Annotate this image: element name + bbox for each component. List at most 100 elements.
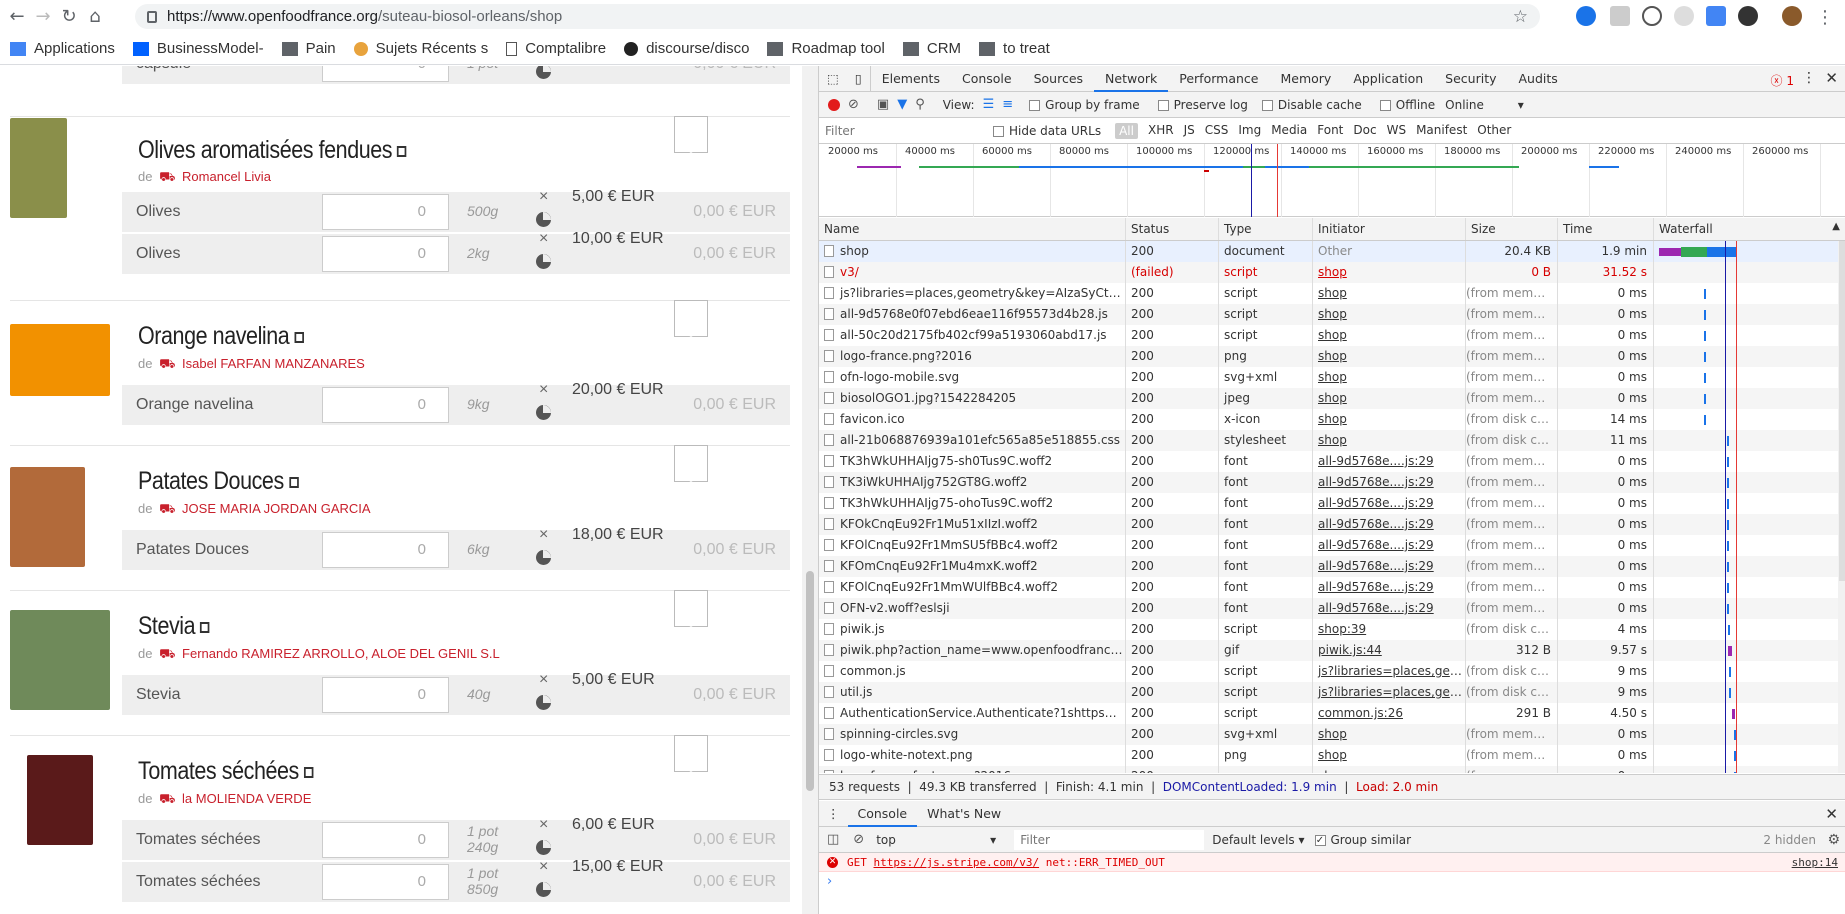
tab-sources[interactable]: Sources bbox=[1023, 66, 1094, 92]
scrollbar-thumb[interactable] bbox=[1839, 241, 1845, 581]
quantity-input[interactable]: 0 bbox=[322, 864, 449, 900]
bookmark-item[interactable]: Sujets Récents s bbox=[353, 40, 488, 57]
bookmark-item[interactable]: Pain bbox=[281, 40, 336, 57]
request-row[interactable]: util.js 200 script js?libraries=places,geo.… bbox=[819, 682, 1839, 703]
request-initiator[interactable]: shop bbox=[1313, 745, 1466, 766]
error-source-link[interactable]: shop:14 bbox=[1792, 853, 1838, 872]
bookmark-icon[interactable] bbox=[674, 300, 708, 337]
extension-icon[interactable] bbox=[1576, 6, 1596, 26]
quantity-input[interactable]: 0 bbox=[322, 194, 449, 230]
screenshot-icon[interactable]: ▣ bbox=[877, 97, 889, 112]
request-initiator[interactable]: shop bbox=[1313, 346, 1466, 367]
request-row[interactable]: ofn-logo-mobile.svg 200 svg+xml shop (from m… bbox=[819, 367, 1839, 388]
preserve-log-checkbox[interactable]: Preserve log bbox=[1157, 98, 1248, 112]
product-image[interactable] bbox=[27, 755, 93, 845]
tab-audits[interactable]: Audits bbox=[1508, 66, 1569, 92]
producer-name[interactable]: la MOLIENDA VERDE bbox=[182, 791, 311, 806]
clear-icon[interactable]: ⊘ bbox=[848, 97, 859, 112]
request-initiator[interactable]: common.js:26 bbox=[1313, 703, 1466, 724]
request-initiator[interactable]: js?libraries=places,geo... bbox=[1313, 661, 1466, 682]
request-initiator[interactable]: shop bbox=[1313, 724, 1466, 745]
drawer-menu-icon[interactable]: ⋮ bbox=[819, 801, 848, 827]
menu-kebab-icon[interactable]: ⋮ bbox=[1812, 4, 1838, 30]
column-header-waterfall[interactable]: Waterfall bbox=[1654, 218, 1845, 240]
request-row[interactable]: logo-white-notext.png 200 png shop (from mem… bbox=[819, 745, 1839, 766]
quantity-input[interactable]: 0 bbox=[322, 677, 449, 713]
filter-type-xhr[interactable]: XHR bbox=[1148, 123, 1174, 139]
tab-elements[interactable]: Elements bbox=[871, 66, 951, 92]
filter-type-all[interactable]: All bbox=[1115, 122, 1138, 139]
column-header-status[interactable]: Status bbox=[1126, 218, 1219, 240]
column-header-size[interactable]: Size bbox=[1466, 218, 1558, 240]
close-drawer-icon[interactable]: ✕ bbox=[1825, 805, 1838, 823]
column-header-name[interactable]: Name bbox=[819, 218, 1126, 240]
product-image[interactable] bbox=[10, 118, 67, 218]
column-header-type[interactable]: Type bbox=[1219, 218, 1313, 240]
request-row[interactable]: TK3hWkUHHAIjg75-ohoTus9C.woff2 200 font all… bbox=[819, 493, 1839, 514]
request-row[interactable]: piwik.php?action_name=www.openfoodfrance… bbox=[819, 640, 1839, 661]
filter-type-manifest[interactable]: Manifest bbox=[1416, 123, 1467, 139]
bookmark-item[interactable]: BusinessModel- bbox=[132, 40, 264, 57]
error-url[interactable]: https://js.stripe.com/v3/ bbox=[874, 856, 1040, 869]
product-title[interactable]: Orange navelina bbox=[138, 322, 304, 351]
request-row[interactable]: KFOkCnqEu92Fr1Mu51xIIzI.woff2 200 font all-… bbox=[819, 514, 1839, 535]
request-row[interactable]: biosolOGO1.jpg?1542284205 200 jpeg shop (fro… bbox=[819, 388, 1839, 409]
tab-network[interactable]: Network bbox=[1094, 66, 1169, 92]
request-row[interactable]: logo-france-footer.png?2016 200pngshop(fr… bbox=[819, 766, 1839, 773]
tab-console[interactable]: Console bbox=[847, 801, 918, 827]
column-header-initiator[interactable]: Initiator bbox=[1313, 218, 1466, 240]
request-row[interactable]: logo-france.png?2016 200 png shop (from memo… bbox=[819, 346, 1839, 367]
tab-console[interactable]: Console bbox=[951, 66, 1023, 92]
request-row[interactable]: piwik.js 200 script shop:39 (from disk ca...… bbox=[819, 619, 1839, 640]
bookmark-item[interactable]: to treat bbox=[979, 40, 1050, 57]
filter-type-img[interactable]: Img bbox=[1238, 123, 1261, 139]
product-title[interactable]: Olives aromatisées fendues bbox=[138, 136, 407, 165]
request-initiator[interactable]: all-9d5768e....js:29 bbox=[1313, 472, 1466, 493]
producer-name[interactable]: JOSE MARIA JORDAN GARCIA bbox=[182, 501, 371, 516]
filter-type-ws[interactable]: WS bbox=[1387, 123, 1406, 139]
group-by-frame-checkbox[interactable]: Group by frame bbox=[1029, 98, 1140, 112]
product-title[interactable]: Patates Douces bbox=[138, 467, 299, 496]
reload-icon[interactable]: ↻ bbox=[56, 4, 82, 30]
request-initiator[interactable]: all-9d5768e....js:29 bbox=[1313, 598, 1466, 619]
close-icon[interactable]: ✕ bbox=[1825, 69, 1838, 87]
request-initiator[interactable]: all-9d5768e....js:29 bbox=[1313, 493, 1466, 514]
tab-security[interactable]: Security bbox=[1434, 66, 1507, 92]
bookmark-icon[interactable] bbox=[674, 735, 708, 772]
request-initiator[interactable]: shop bbox=[1313, 304, 1466, 325]
quantity-input[interactable]: 0 bbox=[322, 822, 449, 858]
producer-name[interactable]: Isabel FARFAN MANZANARES bbox=[182, 356, 365, 371]
bookmark-item[interactable]: Roadmap tool bbox=[767, 40, 885, 57]
request-initiator[interactable]: shop bbox=[1313, 262, 1466, 283]
request-row[interactable]: TK3hWkUHHAIjg75-sh0Tus9C.woff2 200 font all… bbox=[819, 451, 1839, 472]
request-row[interactable]: all-9d5768e0f07ebd6eae116f95573d4b28.js 2… bbox=[819, 304, 1839, 325]
context-select[interactable]: top ▾ bbox=[876, 833, 1006, 847]
console-prompt[interactable]: › bbox=[827, 874, 832, 889]
request-initiator[interactable]: all-9d5768e....js:29 bbox=[1313, 535, 1466, 556]
request-initiator[interactable]: js?libraries=places,geo... bbox=[1313, 682, 1466, 703]
record-icon[interactable] bbox=[828, 98, 840, 111]
tab-application[interactable]: Application bbox=[1342, 66, 1434, 92]
gear-icon[interactable]: ⚙ bbox=[1827, 832, 1840, 848]
devtools-menu-icon[interactable]: ⋮ bbox=[1802, 70, 1816, 86]
request-row[interactable]: favicon.ico 200 x-icon shop (from disk ca...… bbox=[819, 409, 1839, 430]
filter-icon[interactable]: ▼ bbox=[897, 97, 907, 112]
request-row[interactable]: AuthenticationService.Authenticate?1shtt… bbox=[819, 703, 1839, 724]
bookmark-icon[interactable] bbox=[674, 590, 708, 627]
request-row[interactable]: js?libraries=places,geometry&key=AIzaSyC… bbox=[819, 283, 1839, 304]
request-initiator[interactable]: shop bbox=[1313, 388, 1466, 409]
avatar[interactable] bbox=[1782, 6, 1802, 26]
back-icon[interactable]: ← bbox=[4, 4, 30, 30]
offline-checkbox[interactable]: Offline bbox=[1379, 98, 1435, 112]
console-filter-input[interactable] bbox=[1014, 829, 1205, 850]
bookmark-item[interactable]: discourse/disco bbox=[624, 40, 749, 57]
request-initiator[interactable]: shop bbox=[1313, 325, 1466, 346]
bookmark-item[interactable]: CRM bbox=[902, 40, 961, 57]
page-scrollbar[interactable] bbox=[802, 66, 818, 914]
request-row[interactable]: all-50c20d2175fb402cf99a5193060abd17.js 2… bbox=[819, 325, 1839, 346]
sidebar-toggle-icon[interactable]: ◫ bbox=[827, 832, 839, 847]
clear-console-icon[interactable]: ⊘ bbox=[853, 832, 864, 847]
bookmark-item[interactable]: Comptalibre bbox=[506, 40, 606, 57]
extension-icon[interactable] bbox=[1610, 6, 1630, 26]
extension-icon[interactable] bbox=[1738, 6, 1758, 26]
